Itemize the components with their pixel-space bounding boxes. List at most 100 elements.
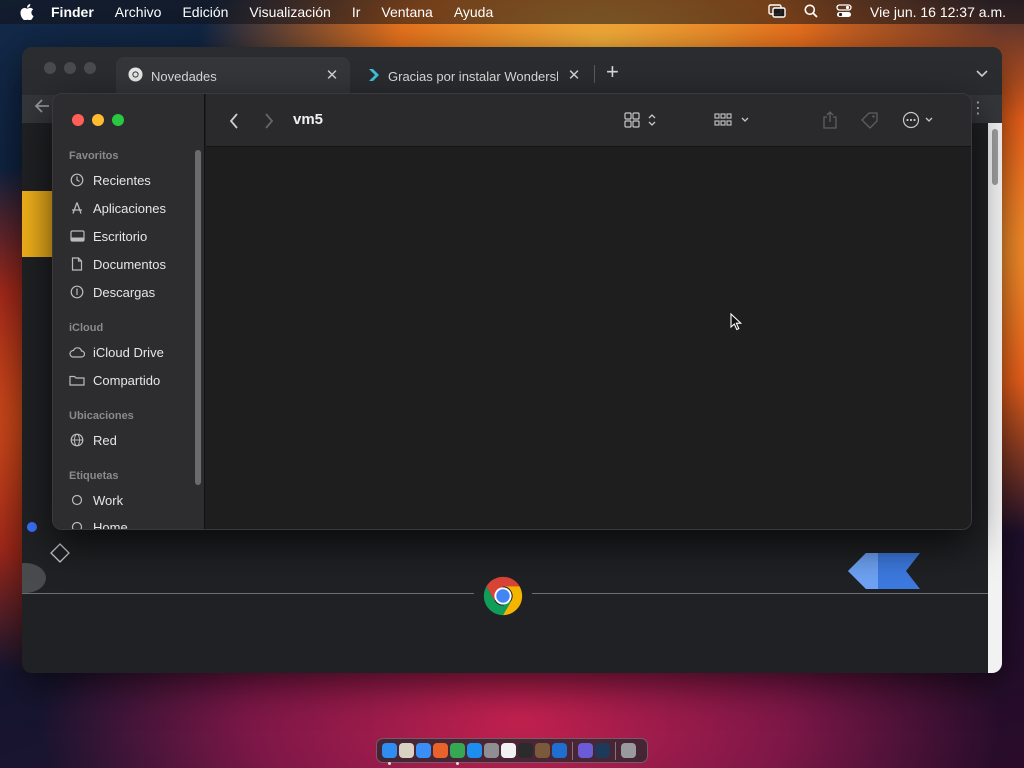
menu-archivo[interactable]: Archivo <box>115 4 162 20</box>
new-tab-button[interactable]: + <box>606 61 619 83</box>
browser-menu-kebab-icon[interactable]: ⋮ <box>970 101 986 117</box>
sidebar-item-work[interactable]: Work <box>69 489 197 511</box>
dock-app-store-icon[interactable] <box>467 743 482 758</box>
diamond-outline-icon <box>50 543 70 568</box>
chrome-logo-icon <box>474 567 532 625</box>
browser-scrollbar-track[interactable] <box>988 123 1002 673</box>
sidebar-item-label: Compartido <box>93 372 161 388</box>
window-close-dim-button[interactable] <box>44 62 56 74</box>
tag-icon[interactable] <box>860 109 880 131</box>
sidebar-scrollbar[interactable] <box>195 150 201 485</box>
apple-menu-icon[interactable] <box>17 0 37 24</box>
menu-bar-clock[interactable]: Vie jun. 16 12:37 a.m. <box>870 4 1006 20</box>
sidebar-item-label: Escritorio <box>93 228 148 244</box>
spotlight-search-icon[interactable] <box>804 4 818 21</box>
applications-icon <box>69 200 85 216</box>
sidebar-item-aplicaciones[interactable]: Aplicaciones <box>69 197 197 219</box>
more-actions-icon[interactable] <box>902 109 936 131</box>
view-mode-grid-button[interactable] <box>624 109 660 131</box>
dock-safari-icon[interactable] <box>416 743 431 758</box>
desktop-icon <box>69 228 85 244</box>
sidebar-item-label: Work <box>93 492 124 508</box>
browser-scrollbar-thumb[interactable] <box>992 129 998 185</box>
wondershare-icon <box>368 68 380 85</box>
sidebar-item-label: Descargas <box>93 284 156 300</box>
tab-close-icon[interactable]: ✕ <box>324 68 340 84</box>
sidebar-item-documentos[interactable]: Documentos <box>69 253 197 275</box>
sidebar-item-recientes[interactable]: Recientes <box>69 169 197 191</box>
sidebar-section-etiquetas: Etiquetas <box>69 470 119 482</box>
running-indicator <box>388 762 391 765</box>
sidebar-item-icloud-drive[interactable]: iCloud Drive <box>69 341 197 363</box>
window-zoom-dim-button[interactable] <box>84 62 96 74</box>
running-indicator <box>456 762 459 765</box>
dock-chrome-icon[interactable] <box>450 743 465 765</box>
blue-arrow-graphic <box>848 551 922 596</box>
menu-finder[interactable]: Finder <box>51 4 94 20</box>
tab-title: Gracias por instalar Wondershare <box>388 68 558 84</box>
group-by-button[interactable] <box>714 109 752 131</box>
screen-mirroring-icon[interactable] <box>768 3 786 21</box>
sidebar-item-label: Recientes <box>93 172 151 188</box>
network-globe-icon <box>69 432 85 448</box>
dock-wondershare-icon[interactable] <box>595 743 610 758</box>
clock-icon <box>69 172 85 188</box>
sidebar-item-label: Aplicaciones <box>93 200 166 216</box>
cloud-icon <box>69 344 85 360</box>
share-icon[interactable] <box>822 109 838 131</box>
sidebar-item-label: Red <box>93 432 117 448</box>
dock-vscode-icon[interactable] <box>552 743 567 758</box>
dock-notes-icon[interactable] <box>501 743 516 758</box>
minimize-button[interactable] <box>92 114 104 126</box>
page-yellow-graphic <box>22 191 52 257</box>
tab-divider <box>594 65 595 83</box>
tab-search-chevron-icon[interactable] <box>976 65 988 83</box>
browser-back-icon[interactable] <box>34 99 50 118</box>
sidebar-item-compartido[interactable]: Compartido <box>69 369 197 391</box>
dock-separator <box>615 741 616 760</box>
dock-brush-icon[interactable] <box>535 743 550 758</box>
control-center-icon[interactable] <box>836 3 852 21</box>
browser-tab-novedades[interactable]: Novedades ✕ <box>116 57 350 95</box>
dock-firefox-icon[interactable] <box>433 743 448 758</box>
menu-ventana[interactable]: Ventana <box>381 4 432 20</box>
finder-window: Favoritos Recientes Aplicaciones Escrito… <box>52 93 972 530</box>
page-gray-shape <box>22 563 46 593</box>
dock-trash-icon[interactable] <box>621 743 636 758</box>
browser-tab-wondershare[interactable]: Gracias por instalar Wondershare ✕ <box>356 57 592 95</box>
tab-close-icon[interactable]: ✕ <box>566 68 582 84</box>
sidebar-section-ubicaciones: Ubicaciones <box>69 410 134 422</box>
tab-title: Novedades <box>151 68 217 84</box>
sidebar-item-red[interactable]: Red <box>69 429 197 451</box>
chrome-icon <box>128 67 143 85</box>
dock-finder-icon[interactable] <box>382 743 397 765</box>
dock-visual-studio-icon[interactable] <box>578 743 593 758</box>
dock-separator <box>572 741 573 760</box>
tag-circle-icon <box>69 492 85 508</box>
finder-toolbar: vm5 <box>206 94 971 147</box>
menu-edicion[interactable]: Edición <box>182 4 228 20</box>
sidebar-item-label: Documentos <box>93 256 166 272</box>
close-button[interactable] <box>72 114 84 126</box>
sidebar-item-descargas[interactable]: Descargas <box>69 281 197 303</box>
menu-visualizacion[interactable]: Visualización <box>249 4 330 20</box>
sidebar-item-home[interactable]: Home <box>69 516 197 529</box>
page-blue-dot <box>27 522 37 532</box>
dock-system-settings-icon[interactable] <box>484 743 499 758</box>
menu-ir[interactable]: Ir <box>352 4 361 20</box>
finder-file-area[interactable] <box>206 148 971 529</box>
tag-circle-icon <box>69 519 85 529</box>
dock-terminal-icon[interactable] <box>518 743 533 758</box>
dock-launchpad-icon[interactable] <box>399 743 414 758</box>
dock <box>376 738 648 765</box>
menu-bar: Finder Archivo Edición Visualización Ir … <box>0 0 1024 24</box>
forward-button[interactable] <box>260 111 278 131</box>
back-button[interactable] <box>225 111 243 131</box>
menu-ayuda[interactable]: Ayuda <box>454 4 493 20</box>
shared-folder-icon <box>69 372 85 388</box>
mouse-pointer-icon <box>730 312 743 336</box>
window-minimize-dim-button[interactable] <box>64 62 76 74</box>
zoom-button[interactable] <box>112 114 124 126</box>
folder-title: vm5 <box>293 111 324 128</box>
sidebar-item-escritorio[interactable]: Escritorio <box>69 225 197 247</box>
